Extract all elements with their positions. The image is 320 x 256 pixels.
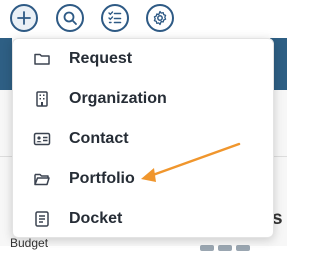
menu-item-portfolio[interactable]: Portfolio [13, 160, 273, 198]
menu-item-request[interactable]: Request [13, 40, 273, 78]
building-icon [32, 89, 52, 109]
menu-item-label: Docket [69, 210, 123, 227]
docket-icon [32, 209, 52, 229]
menu-item-label: Organization [69, 90, 167, 107]
content-fragment [200, 238, 270, 251]
contact-card-icon [32, 129, 52, 149]
settings-button[interactable] [146, 4, 174, 32]
menu-item-contact[interactable]: Contact [13, 120, 273, 158]
folder-icon [32, 49, 52, 69]
menu-item-label: Portfolio [69, 170, 135, 187]
menu-item-label: Contact [69, 130, 129, 147]
search-icon [63, 11, 77, 25]
new-item-menu: Request Organization Contact Portfolio D… [12, 38, 274, 238]
search-button[interactable] [56, 4, 84, 32]
plus-icon [17, 11, 31, 25]
menu-item-docket[interactable]: Docket [13, 200, 273, 238]
menu-item-organization[interactable]: Organization [13, 80, 273, 118]
gear-icon [153, 10, 167, 26]
folder-open-icon [32, 169, 52, 189]
menu-item-label: Request [69, 50, 133, 67]
add-button[interactable] [10, 4, 38, 32]
header-band [0, 38, 12, 90]
app-top-bar [0, 0, 287, 40]
tasks-button[interactable] [101, 4, 129, 32]
checklist-icon [108, 11, 122, 24]
field-label-fragment: Budget [10, 236, 49, 250]
